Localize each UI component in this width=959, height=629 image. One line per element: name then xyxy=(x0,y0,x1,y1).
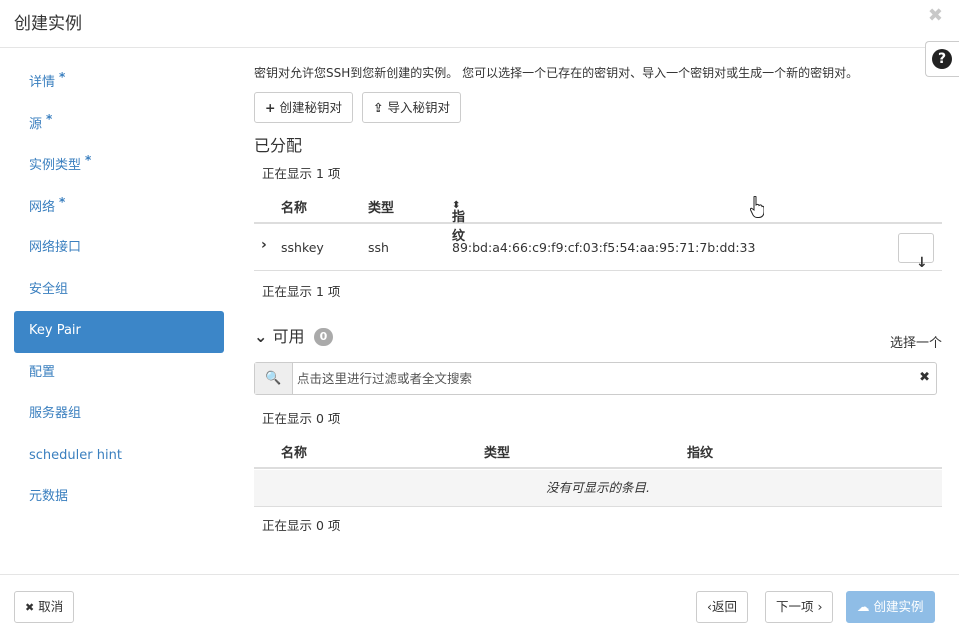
nav-item-networks[interactable]: 网络 * xyxy=(14,187,224,229)
pointer-cursor-icon xyxy=(750,196,764,218)
nav-item-scheduler-hint[interactable]: scheduler hint xyxy=(14,436,224,478)
table-row: › sshkey ssh 89:bd:a4:66:c9:f9:cf:03:f5:… xyxy=(254,225,942,271)
available-table-header: 名称 类型 指纹 xyxy=(254,433,942,469)
col-name: 名称 xyxy=(281,201,308,216)
help-icon: ? xyxy=(932,49,952,69)
col-fingerprint: 指纹 xyxy=(687,446,714,461)
nav-item-details[interactable]: 详情 * xyxy=(14,62,224,104)
search-input[interactable] xyxy=(297,363,897,394)
deallocate-button[interactable]: ↓ xyxy=(898,233,934,271)
available-count-badge: 0 xyxy=(313,328,334,346)
cloud-upload-icon: ☁ xyxy=(857,599,870,614)
col-type: 类型 xyxy=(368,201,395,216)
required-marker: * xyxy=(59,70,66,84)
import-key-pair-button[interactable]: ⇪ 导入秘钥对 xyxy=(362,92,461,123)
close-icon[interactable]: ✖ xyxy=(928,5,943,26)
back-button[interactable]: ‹返回 xyxy=(696,591,748,623)
launch-instance-button[interactable]: ☁ 创建实例 xyxy=(846,591,935,623)
nav-item-security-groups[interactable]: 安全组 xyxy=(14,270,224,312)
allocated-count-top: 正在显示 1 项 xyxy=(262,166,341,181)
modal-footer: ✖ 取消 ‹返回 下一项 › ☁ 创建实例 xyxy=(0,574,959,629)
nav-item-key-pair[interactable]: Key Pair xyxy=(14,311,224,353)
next-button[interactable]: 下一项 › xyxy=(765,591,834,623)
col-fingerprint[interactable]: 指纹 ⬍ xyxy=(452,197,465,244)
key-name: sshkey xyxy=(281,240,324,255)
help-button[interactable]: ? xyxy=(925,41,959,77)
upload-icon: ⇪ xyxy=(373,100,384,115)
empty-table-message: 没有可显示的条目. xyxy=(254,470,942,507)
nav-item-flavor[interactable]: 实例类型 * xyxy=(14,145,224,187)
key-fingerprint: 89:bd:a4:66:c9:f9:cf:03:f5:54:aa:95:71:7… xyxy=(452,240,756,255)
nav-item-source[interactable]: 源 * xyxy=(14,104,224,146)
nav-item-network-ports[interactable]: 网络接口 xyxy=(14,228,224,270)
allocated-title: 已分配 xyxy=(254,136,303,155)
nav-item-server-groups[interactable]: 服务器组 xyxy=(14,394,224,436)
allocated-count-bottom: 正在显示 1 项 xyxy=(262,284,341,299)
search-icon: 🔍 xyxy=(255,363,293,394)
required-marker: * xyxy=(85,153,92,167)
create-key-pair-button[interactable]: + 创建秘钥对 xyxy=(254,92,353,123)
modal-title: 创建实例 xyxy=(14,14,82,34)
select-one-hint: 选择一个 xyxy=(889,336,942,351)
available-toggle[interactable]: ⌄ 可用 0 xyxy=(254,323,334,348)
plus-icon: + xyxy=(265,100,276,115)
download-icon: ↓ xyxy=(916,255,928,271)
modal-header: 创建实例 ✖ xyxy=(0,0,959,48)
chevron-right-icon[interactable]: › xyxy=(261,237,267,253)
filter-search: 🔍 ✖ xyxy=(254,362,937,395)
required-marker: * xyxy=(59,194,66,209)
clear-icon[interactable]: ✖ xyxy=(919,370,930,385)
wizard-nav: 详情 * 源 * 实例类型 * 网络 * 网络接口 安全组 Key Pair 配置 服务… xyxy=(14,62,224,519)
cancel-button[interactable]: ✖ 取消 xyxy=(14,591,75,623)
allocated-table-header: 名称 类型 指纹 ⬍ xyxy=(254,188,942,244)
cancel-icon: ✖ xyxy=(25,601,35,614)
col-type: 类型 xyxy=(484,446,511,461)
nav-item-configuration[interactable]: 配置 xyxy=(14,353,224,395)
col-name: 名称 xyxy=(281,446,308,461)
key-type: ssh xyxy=(368,240,389,255)
description: 密钥对允许您SSH到您新创建的实例。 您可以选择一个已存在的密钥对、导入一个密钥… xyxy=(254,66,859,80)
chevron-down-icon: ⌄ xyxy=(254,327,268,346)
available-count-bottom: 正在显示 0 项 xyxy=(262,518,341,533)
available-count-top: 正在显示 0 项 xyxy=(262,411,341,426)
required-marker: * xyxy=(46,111,53,126)
nav-item-metadata[interactable]: 元数据 xyxy=(14,477,224,519)
